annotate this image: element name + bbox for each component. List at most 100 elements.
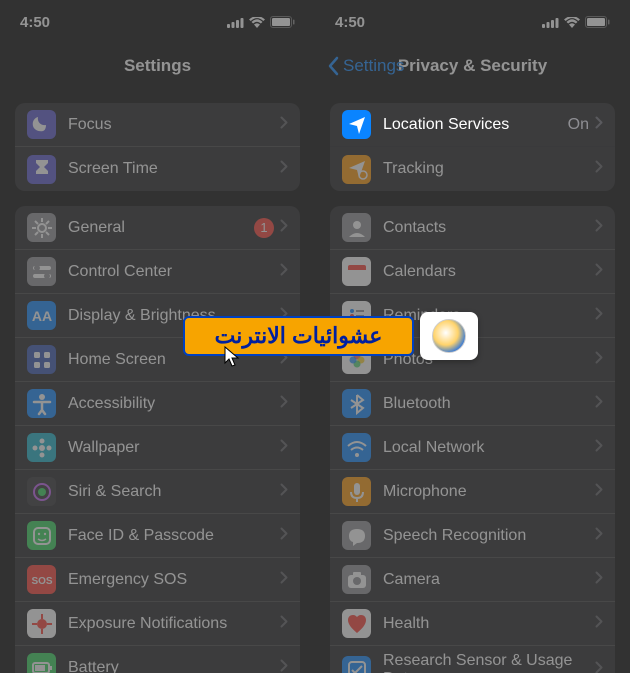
row-local-network[interactable]: Local Network — [330, 426, 615, 470]
battery-icon — [270, 16, 295, 28]
siri-icon — [27, 477, 56, 506]
badge: 1 — [254, 218, 274, 238]
row-label: Microphone — [383, 483, 595, 501]
row-label: Calendars — [383, 263, 595, 281]
chevron-right-icon — [595, 307, 603, 325]
back-label: Settings — [343, 56, 404, 76]
row-label: Camera — [383, 571, 595, 589]
page-title: Privacy & Security — [398, 56, 547, 76]
contacts-icon — [342, 213, 371, 242]
row-label: Speech Recognition — [383, 527, 595, 545]
settings-content[interactable]: FocusScreen Time General1Control CenterA… — [0, 88, 315, 673]
row-microphone[interactable]: Microphone — [330, 470, 615, 514]
row-wallpaper[interactable]: Wallpaper — [15, 426, 300, 470]
hourglass-icon — [27, 155, 56, 184]
row-general[interactable]: General1 — [15, 206, 300, 250]
group-focus: Focus Screen Time — [15, 103, 300, 191]
row-label: General — [68, 219, 254, 237]
chevron-right-icon — [280, 116, 288, 134]
chevron-right-icon — [595, 439, 603, 457]
row-accessibility[interactable]: Accessibility — [15, 382, 300, 426]
chevron-right-icon — [595, 661, 603, 673]
chevron-left-icon — [327, 56, 339, 76]
row-siri-search[interactable]: Siri & Search — [15, 470, 300, 514]
chevron-right-icon — [595, 527, 603, 545]
battery-icon — [27, 653, 56, 673]
status-bar: 4:50 — [0, 0, 315, 44]
back-button[interactable]: Settings — [327, 44, 404, 88]
row-face-id-passcode[interactable]: Face ID & Passcode — [15, 514, 300, 558]
row-label: Emergency SOS — [68, 571, 280, 589]
row-label: Face ID & Passcode — [68, 527, 280, 545]
row-bluetooth[interactable]: Bluetooth — [330, 382, 615, 426]
privacy-content[interactable]: Location ServicesOnTracking ContactsCale… — [315, 88, 630, 673]
bluetooth-icon — [342, 389, 371, 418]
row-label: Health — [383, 615, 595, 633]
chevron-right-icon — [280, 219, 288, 237]
row-screen-time[interactable]: Screen Time — [15, 147, 300, 191]
chevron-right-icon — [595, 116, 603, 134]
row-value: On — [568, 116, 589, 134]
svg-text:SOS: SOS — [31, 576, 52, 587]
row-emergency-sos[interactable]: SOS Emergency SOS — [15, 558, 300, 602]
chevron-right-icon — [595, 571, 603, 589]
toggles-icon — [27, 257, 56, 286]
group-general: General1Control CenterAADisplay & Bright… — [15, 206, 300, 673]
gear-icon — [27, 213, 56, 242]
camera-icon — [342, 565, 371, 594]
mic-icon — [342, 477, 371, 506]
status-time: 4:50 — [335, 14, 365, 31]
status-bar: 4:50 — [315, 0, 630, 44]
row-label: Accessibility — [68, 395, 280, 413]
grid-icon — [27, 345, 56, 374]
row-research-sensor-usage-data[interactable]: Research Sensor & Usage Data — [330, 646, 615, 673]
health-icon — [342, 609, 371, 638]
row-label: Research Sensor & Usage Data — [383, 652, 595, 673]
row-camera[interactable]: Camera — [330, 558, 615, 602]
chevron-right-icon — [595, 351, 603, 369]
chevron-right-icon — [280, 395, 288, 413]
chevron-right-icon — [280, 263, 288, 281]
virus-icon — [27, 609, 56, 638]
chevron-right-icon — [595, 483, 603, 501]
nav-bar: Settings Privacy & Security — [315, 44, 630, 88]
row-location-services[interactable]: Location ServicesOn — [330, 103, 615, 147]
flower-icon — [27, 433, 56, 462]
watermark-logo — [420, 312, 478, 360]
row-tracking[interactable]: Tracking — [330, 147, 615, 191]
chevron-right-icon — [280, 659, 288, 673]
row-label: Exposure Notifications — [68, 615, 280, 633]
row-calendars[interactable]: Calendars — [330, 250, 615, 294]
signal-icon — [227, 17, 244, 28]
chevron-right-icon — [280, 160, 288, 178]
row-label: Battery — [68, 659, 280, 673]
row-control-center[interactable]: Control Center — [15, 250, 300, 294]
svg-text:AA: AA — [31, 308, 51, 324]
row-label: Contacts — [383, 219, 595, 237]
face-icon — [27, 521, 56, 550]
chevron-right-icon — [595, 395, 603, 413]
row-health[interactable]: Health — [330, 602, 615, 646]
sos-icon: SOS — [27, 565, 56, 594]
tracking-icon — [342, 155, 371, 184]
row-focus[interactable]: Focus — [15, 103, 300, 147]
watermark-bar: عشوائيات الانترنت — [183, 316, 414, 356]
row-label: Focus — [68, 116, 280, 134]
wifi-icon — [249, 17, 265, 28]
aa-icon: AA — [27, 301, 56, 330]
row-exposure-notifications[interactable]: Exposure Notifications — [15, 602, 300, 646]
row-speech-recognition[interactable]: Speech Recognition — [330, 514, 615, 558]
chevron-right-icon — [280, 439, 288, 457]
row-contacts[interactable]: Contacts — [330, 206, 615, 250]
globe-icon — [432, 319, 466, 353]
page-title: Settings — [124, 56, 191, 76]
row-battery[interactable]: Battery — [15, 646, 300, 673]
moon-icon — [27, 110, 56, 139]
battery-icon — [585, 16, 610, 28]
wifi-icon — [564, 17, 580, 28]
row-label: Location Services — [383, 116, 568, 134]
status-time: 4:50 — [20, 14, 50, 31]
row-label: Local Network — [383, 439, 595, 457]
row-label: Siri & Search — [68, 483, 280, 501]
watermark-banner: عشوائيات الانترنت — [183, 309, 478, 363]
